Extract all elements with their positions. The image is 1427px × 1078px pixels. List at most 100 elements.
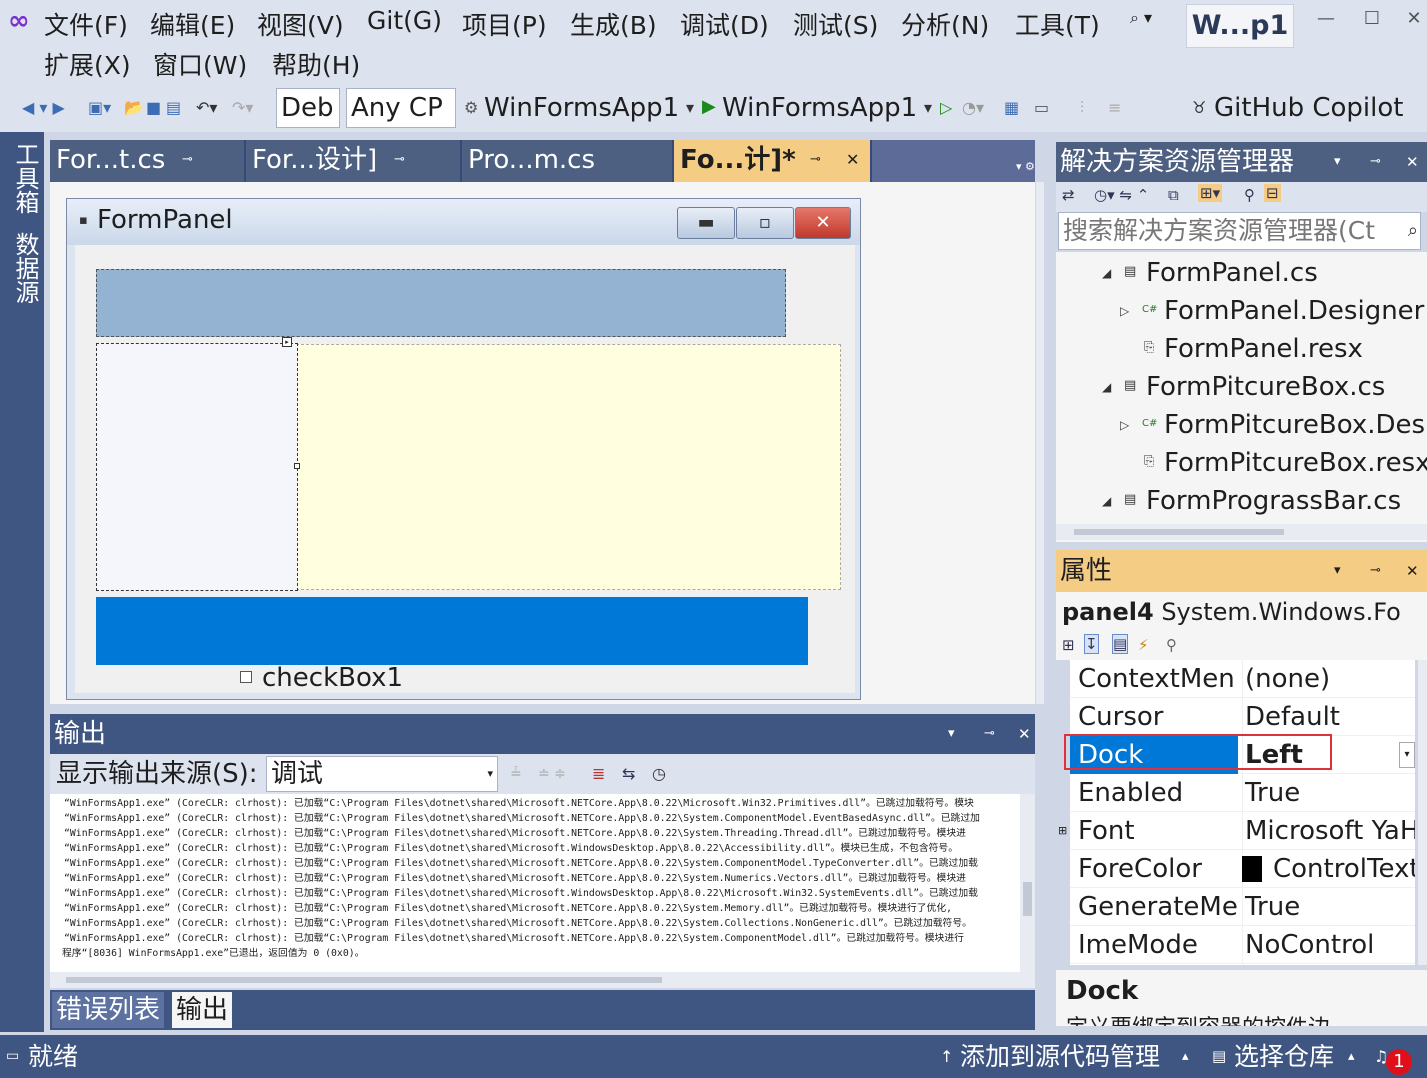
goto-next-icon[interactable]: ≐ ≑ [538,766,566,782]
panel4-selected[interactable] [96,343,298,591]
solution-search-input[interactable]: 搜索解决方案资源管理器(Ct ⌕ [1058,212,1421,250]
save-all-icon[interactable]: ▤ [166,98,181,117]
close-icon[interactable]: ✕ [1406,142,1419,182]
collapsed-arrow-icon[interactable]: ▷ [1120,304,1129,318]
new-project-icon[interactable]: ▣▾ [88,98,111,117]
panel-top[interactable] [96,269,786,337]
tree-item[interactable]: FormPitcureBox.Des [1164,406,1425,444]
close-icon[interactable]: ✕ [1394,8,1427,29]
collapsed-arrow-icon[interactable]: ▷ [1120,418,1129,432]
tree-item[interactable]: FormPanel.Designer [1164,292,1424,330]
tree-hscroll[interactable] [1056,524,1427,540]
menu-edit[interactable]: 编辑(E) [150,6,235,42]
tab-overflow-icon[interactable]: ▾ ⚙ [1016,160,1035,173]
expanded-arrow-icon[interactable]: ◢ [1102,266,1111,280]
maximize-icon[interactable]: ☐ [1352,8,1392,29]
property-pages-icon[interactable]: ⚲ [1166,636,1177,654]
menu-tools[interactable]: 工具(T) [1015,6,1100,42]
output-source-select[interactable]: 调试 ▾ [266,756,498,792]
property-grid-vscroll[interactable] [1418,660,1427,965]
word-wrap-icon[interactable]: ⇆ [622,764,635,783]
categorized-icon[interactable]: ⊞ [1062,636,1075,654]
toolbox-tab[interactable]: 工具箱 [8,142,43,214]
search-icon[interactable]: ⌕ ▾ [1130,8,1152,28]
menu-project[interactable]: 项目(P) [462,6,547,42]
panel-bottom[interactable] [96,597,808,665]
property-value[interactable]: (none) [1242,660,1415,698]
pin-icon[interactable]: ⊸ [1370,550,1381,592]
form-preview[interactable]: ▪ FormPanel ▬ ▫ ✕ ▸ checkBox1 [66,198,861,700]
property-value[interactable]: Microsoft YaH [1242,812,1415,850]
select-repository-button[interactable]: 选择仓库 [1234,1035,1334,1078]
resize-handle[interactable] [294,463,300,469]
menu-build[interactable]: 生成(B) [570,6,657,42]
property-row[interactable]: ⊞ Font Microsoft YaH [1058,812,1415,850]
datasource-tab[interactable]: 数据源 [8,232,43,304]
property-row[interactable]: Cursor Default [1070,698,1415,736]
property-row[interactable]: GenerateMe True [1070,888,1415,926]
notification-badge[interactable]: 1 [1386,1049,1412,1075]
menu-test[interactable]: 测试(S) [793,6,878,42]
property-row-dock[interactable]: Dock Left ▾ [1064,734,1415,774]
close-icon[interactable]: ✕ [1406,550,1419,592]
preview-icon[interactable]: ⊟ [1264,184,1281,202]
platform-select[interactable]: Any CP [346,88,456,128]
checkbox-box[interactable] [240,671,252,683]
scroll-thumb[interactable] [66,977,662,983]
output-vscroll[interactable] [1020,794,1035,972]
run-target-button[interactable]: WinFormsApp1 [722,88,917,128]
menu-debug[interactable]: 调试(D) [680,6,769,42]
menu-window[interactable]: 窗口(W) [153,46,247,82]
menu-help[interactable]: 帮助(H) [272,46,360,82]
align-icon[interactable]: ⫶ [1080,98,1084,118]
pin-icon[interactable]: ⊸ [810,140,821,180]
menu-analyze[interactable]: 分析(N) [901,6,989,42]
tree-item[interactable]: FormPrograssBar.cs [1146,482,1401,520]
events-icon[interactable]: ⚡ [1138,636,1149,654]
output-hscroll[interactable] [50,972,1035,988]
tab-form-designer[interactable]: For...设计] ⊸ [246,140,462,182]
property-row[interactable]: ImeMode NoControl [1070,926,1415,964]
chevron-down-icon[interactable]: ▾ [1399,742,1415,768]
menu-git[interactable]: Git(G) [367,6,442,35]
github-copilot-button[interactable]: GitHub Copilot [1214,88,1403,128]
dropdown-icon[interactable]: ▾ [1334,142,1341,182]
property-value[interactable]: True [1242,774,1415,812]
properties-icon[interactable]: ▤ [1112,634,1129,654]
scroll-thumb[interactable] [1074,529,1284,535]
format-icon[interactable]: ≡ [1108,98,1121,117]
expanded-arrow-icon[interactable]: ◢ [1102,494,1111,508]
tab-output[interactable]: 输出 [172,992,233,1028]
menu-extensions[interactable]: 扩展(X) [44,46,131,82]
property-row[interactable]: Enabled True [1070,774,1415,812]
designer-vscroll[interactable] [1036,182,1044,704]
add-to-source-control-button[interactable]: 添加到源代码管理 [960,1035,1160,1078]
expand-icon[interactable]: ⊞ [1058,824,1067,837]
tree-item[interactable]: FormPitcureBox.cs [1146,368,1385,406]
solution-name-badge[interactable]: W...p1 [1186,4,1294,48]
tab-active-designer[interactable]: Fo...计]* ⊸ ✕ [674,140,872,182]
hot-reload-icon[interactable]: ◔▾ [962,98,984,117]
pin-icon[interactable]: ⊸ [182,140,193,180]
pin-icon[interactable]: ⊸ [1370,142,1381,182]
close-icon[interactable]: ✕ [846,140,859,180]
alphabetical-icon[interactable]: ↧ [1084,634,1099,654]
layout-icon[interactable]: ▭ [1034,98,1049,117]
start-without-debug-icon[interactable]: ▷ [940,98,952,117]
open-icon[interactable]: 📂 [124,98,144,117]
goto-previous-icon[interactable]: ≟ [510,766,522,782]
browse-icon[interactable]: ▦ [1004,98,1019,117]
chevron-down-icon[interactable]: ▾ [924,98,932,117]
dropdown-icon[interactable]: ▾ [948,714,955,754]
property-value[interactable]: True [1242,888,1415,926]
property-value[interactable]: NoControl [1242,926,1415,964]
property-row[interactable]: ForeColor ControlText [1070,850,1415,888]
chevron-down-icon[interactable]: ▾ [686,98,694,117]
back-icon[interactable]: ◀ ▾ ▶ [22,98,65,117]
collapse-all-icon[interactable]: ⧉ [1168,186,1179,204]
expanded-arrow-icon[interactable]: ◢ [1102,380,1111,394]
clock-icon[interactable]: ◷ [652,764,666,783]
history-icon[interactable]: ◷▾ ⇋ ⌃ [1094,186,1149,204]
pin-icon[interactable]: ⊸ [394,140,405,180]
configuration-select[interactable]: Deb [276,88,340,128]
